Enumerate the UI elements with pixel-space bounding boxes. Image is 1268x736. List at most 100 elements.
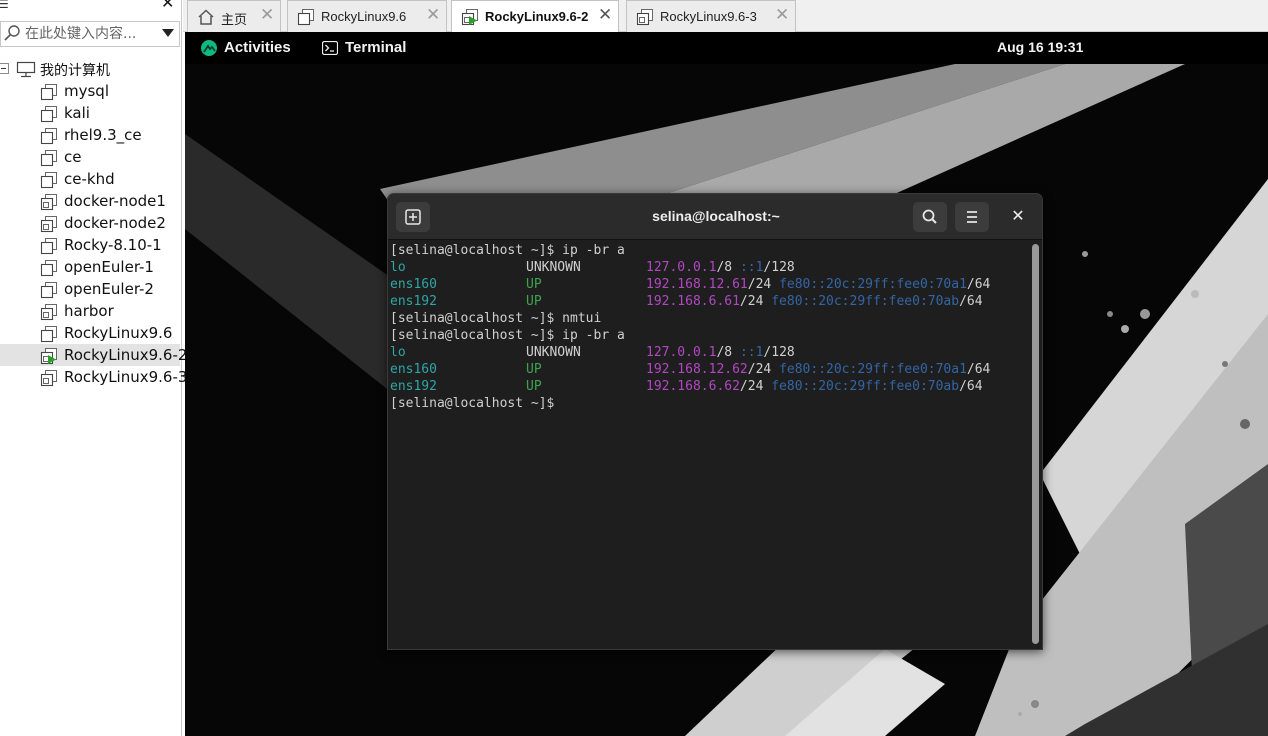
ipv6-prefix: /64 <box>959 294 983 309</box>
vm-name: kali <box>64 104 90 122</box>
vm-list-item[interactable]: RockyLinux9.6 <box>0 322 180 344</box>
vm-name: harbor <box>64 302 114 320</box>
vm-list-item[interactable]: RockyLinux9.6-2 <box>0 344 187 366</box>
vm-list-item[interactable]: ce-khd <box>0 168 180 190</box>
interface-addresses: 192.168.6.62/24 fe80::20c:29ff:fee0:70ab… <box>646 379 983 394</box>
home-icon <box>198 9 214 25</box>
ipv6-address: ::1 <box>739 345 764 360</box>
collapse-icon[interactable] <box>0 63 9 74</box>
close-tab-icon[interactable]: ✕ <box>260 6 274 24</box>
tree-root-my-computer[interactable]: 我的计算机 <box>0 58 180 80</box>
vm-name: ce <box>64 148 82 166</box>
ipv4-address: 192.168.12.61 <box>646 277 748 292</box>
search-button[interactable] <box>913 202 947 232</box>
menu-icon[interactable]: ☰ <box>0 0 9 11</box>
vm-list-item[interactable]: mysql <box>0 80 180 102</box>
close-tab-icon[interactable]: ✕ <box>775 6 789 24</box>
hamburger-menu-button[interactable] <box>955 202 989 232</box>
terminal-icon <box>322 41 338 55</box>
terminal-window[interactable]: selina@localhost:~ ✕ [selina@localhost ~… <box>387 193 1043 650</box>
vm-list-item[interactable]: kali <box>0 102 180 124</box>
vm-name: openEuler-2 <box>64 280 154 298</box>
close-window-button[interactable]: ✕ <box>1008 207 1028 227</box>
terminal-output[interactable]: [selina@localhost ~]$ ip -br a lo UNKNOWN 1… <box>388 241 1030 649</box>
virtual-machine-icon <box>297 9 314 26</box>
terminal-interface-line: ens192 UP 192.168.6.62/24 fe80::20c:29ff:f… <box>390 379 1030 396</box>
terminal-prompt-line: [selina@localhost ~]$ nmtui <box>390 311 1030 328</box>
virtual-machine-icon <box>40 282 57 299</box>
vm-name: RockyLinux9.6 <box>64 324 173 342</box>
virtual-machine-icon <box>40 84 57 101</box>
terminal-interface-line: lo UNKNOWN 127.0.0.1/8 ::1/128 <box>390 345 1030 362</box>
vm-list-item[interactable]: openEuler-1 <box>0 256 180 278</box>
close-tab-icon[interactable]: ✕ <box>598 6 612 24</box>
search-icon[interactable] <box>3 24 21 42</box>
vm-name: Rocky-8.10-1 <box>64 236 162 254</box>
library-panel: ☰ ✕ 我的计算机 mysql kali rhel9.3_cece ce-khd dock… <box>0 0 187 736</box>
close-library-button[interactable]: ✕ <box>161 0 174 12</box>
ipv4-prefix: /24 <box>747 362 772 377</box>
interface-addresses: 192.168.6.61/24 fe80::20c:29ff:fee0:70ab… <box>646 294 983 309</box>
interface-addresses: 127.0.0.1/8 ::1/128 <box>646 260 795 275</box>
clock[interactable]: Aug 16 19:31 <box>997 39 1083 55</box>
ipv6-prefix: /128 <box>763 260 795 275</box>
vm-name: openEuler-1 <box>64 258 154 276</box>
interface-addresses: 192.168.12.62/24 fe80::20c:29ff:fee0:70a… <box>646 362 990 377</box>
terminal-prompt-line: [selina@localhost ~]$ ip -br a <box>390 328 1030 345</box>
interface-name: ens192 <box>390 379 437 394</box>
close-tab-icon[interactable]: ✕ <box>426 6 440 24</box>
tab-label: RockyLinux9.6-3 <box>660 9 757 24</box>
vm-console[interactable]: Activities Terminal Aug 16 19:31 selina@… <box>185 32 1268 736</box>
tab-vm[interactable]: RockyLinux9.6-3 ✕ <box>626 0 796 32</box>
ipv4-prefix: /24 <box>739 294 764 309</box>
interface-state: UP <box>526 277 542 292</box>
tab-vm[interactable]: RockyLinux9.6 ✕ <box>287 0 447 32</box>
vm-list-item[interactable]: Rocky-8.10-1 <box>0 234 180 256</box>
interface-state: UP <box>526 379 542 394</box>
interface-addresses: 127.0.0.1/8 ::1/128 <box>646 345 795 360</box>
tab-vm[interactable]: RockyLinux9.6-2 ✕ <box>451 0 619 33</box>
library-header: ☰ ✕ <box>0 0 181 14</box>
virtual-machine-icon <box>40 260 57 277</box>
chevron-down-icon[interactable] <box>162 29 174 37</box>
library-search-input[interactable] <box>25 25 153 43</box>
rocky-logo-icon <box>201 40 217 56</box>
vm-list-item[interactable]: docker-node2 <box>0 212 180 234</box>
activities-label: Activities <box>224 39 291 56</box>
vm-name: docker-node1 <box>64 192 166 210</box>
ipv4-address: 192.168.12.62 <box>646 362 748 377</box>
terminal-interface-line: ens160 UP 192.168.12.61/24 fe80::20c:29ff:… <box>390 277 1030 294</box>
ipv6-prefix: /64 <box>959 379 983 394</box>
hamburger-menu-icon <box>967 211 977 223</box>
ipv4-prefix: /8 <box>716 345 733 360</box>
vm-list-item[interactable]: rhel9.3_ce <box>0 124 180 146</box>
vm-name: rhel9.3_ce <box>64 126 142 144</box>
prompt-text: [selina@localhost ~]$ ip -br a <box>390 328 625 343</box>
virtual-machine-icon <box>40 194 57 211</box>
vm-list-item[interactable]: openEuler-2 <box>0 278 180 300</box>
vm-list-item[interactable]: docker-node1 <box>0 190 180 212</box>
virtual-machine-icon <box>40 150 57 167</box>
app-menu-label: Terminal <box>345 39 407 56</box>
ipv4-prefix: /8 <box>716 260 733 275</box>
terminal-interface-line: ens160 UP 192.168.12.62/24 fe80::20c:29ff:… <box>390 362 1030 379</box>
terminal-scrollbar[interactable] <box>1032 244 1039 644</box>
ipv4-prefix: /24 <box>739 379 764 394</box>
virtual-machine-icon <box>40 326 57 343</box>
terminal-interface-line: ens192 UP 192.168.6.61/24 fe80::20c:29ff:f… <box>390 294 1030 311</box>
ipv4-address: 192.168.6.61 <box>646 294 740 309</box>
virtual-machine-icon <box>40 370 57 387</box>
prompt-text: [selina@localhost ~]$ <box>390 396 563 411</box>
vm-list-item[interactable]: RockyLinux9.6-3 <box>0 366 187 388</box>
vm-name: docker-node2 <box>64 214 166 232</box>
virtual-machine-icon <box>40 128 57 145</box>
vm-list-item[interactable]: ce <box>0 146 180 168</box>
tab-home[interactable]: 主页 ✕ <box>187 0 281 32</box>
vm-list-item[interactable]: harbor <box>0 300 180 322</box>
ipv6-address: fe80::20c:29ff:fee0:70ab <box>771 379 960 394</box>
ipv6-address: ::1 <box>739 260 764 275</box>
tab-label: 主页 <box>221 12 248 27</box>
prompt-text: [selina@localhost ~]$ nmtui <box>390 311 602 326</box>
interface-name: lo <box>390 345 406 360</box>
virtual-machine-icon <box>40 106 57 123</box>
